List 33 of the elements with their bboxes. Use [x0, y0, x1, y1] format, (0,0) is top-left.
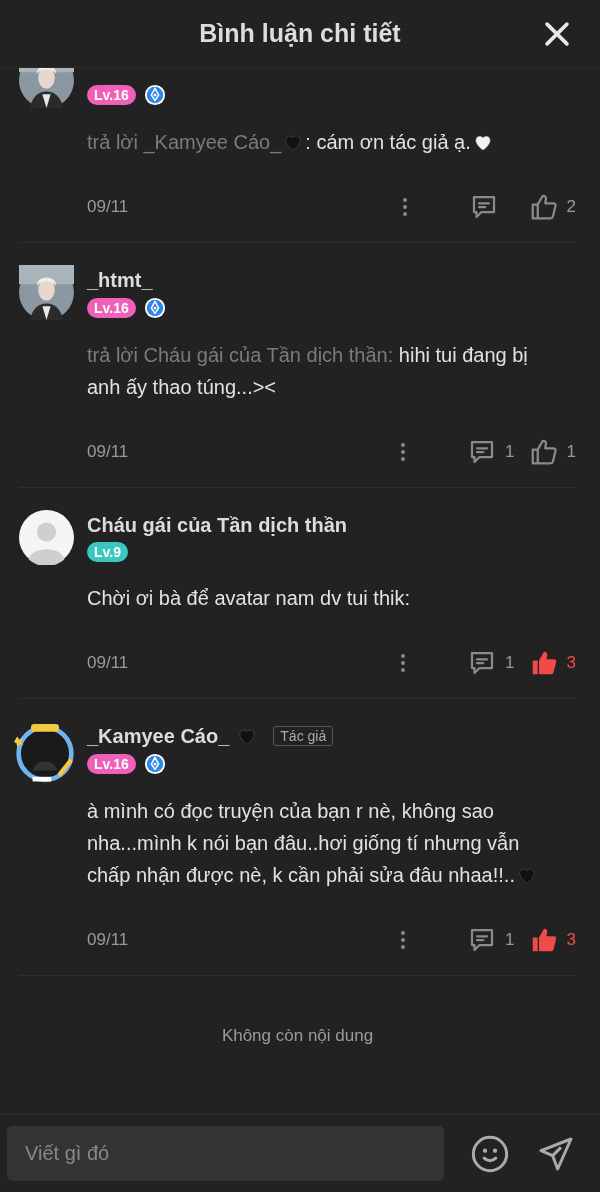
user-name: _htmt_ [87, 268, 153, 292]
pen-badge-icon [143, 753, 166, 775]
end-of-list-text: Không còn nội dung [220, 1025, 375, 1047]
author-tag: Tác giả [273, 726, 334, 746]
user-name: _Kamyee Cáo_ [87, 724, 230, 748]
level-badge: Lv.16 [87, 85, 136, 105]
comment-text: à mình có đọc truyện của bạn r nè, không sao nha...mình k nói bạn đâu..hơi giống tí nhưng vẫn chấp nhận được nè, k cần phải sửa đâu nhaa!!.. [87, 800, 520, 886]
reply-count: 1 [505, 930, 515, 950]
pen-badge-icon [143, 297, 166, 319]
comment-date: 09/11 [87, 930, 129, 950]
level-badge: Lv.9 [87, 542, 128, 562]
like-count: 3 [566, 930, 576, 950]
comment-date: 09/11 [87, 197, 129, 217]
level-badge: Lv.16 [87, 298, 136, 318]
reply-count: 1 [505, 653, 515, 673]
comment-text: : cám ơn tác giả ạ. [305, 131, 471, 153]
comment-input[interactable]: Viết gì đó [7, 1126, 444, 1181]
pen-badge-icon [143, 84, 166, 106]
comment-date: 09/11 [87, 442, 129, 462]
level-badge: Lv.16 [87, 754, 136, 774]
like-count: 2 [566, 197, 576, 217]
dialog-title: Bình luận chi tiết [199, 19, 401, 48]
comment-text: trả lời Cháu gái của Tần dịch thần: hihi tui đang bị anh ấy thao túng...>< [87, 343, 529, 400]
comment-text: Chời ơi bà để avatar nam dv tui thik: [87, 586, 412, 611]
user-name: Cháu gái của Tần dịch thần [87, 513, 348, 537]
comment-date: 09/11 [87, 653, 129, 673]
like-count: 1 [566, 442, 576, 462]
avatar-frame-drawing [14, 721, 76, 783]
emoji-icon[interactable] [470, 1133, 510, 1174]
reply-prefix: trả lời _Kamyee Cáo_ [87, 131, 282, 153]
reply-count: 1 [505, 442, 515, 462]
avatar-icon [19, 510, 74, 565]
like-count: 3 [566, 653, 576, 673]
